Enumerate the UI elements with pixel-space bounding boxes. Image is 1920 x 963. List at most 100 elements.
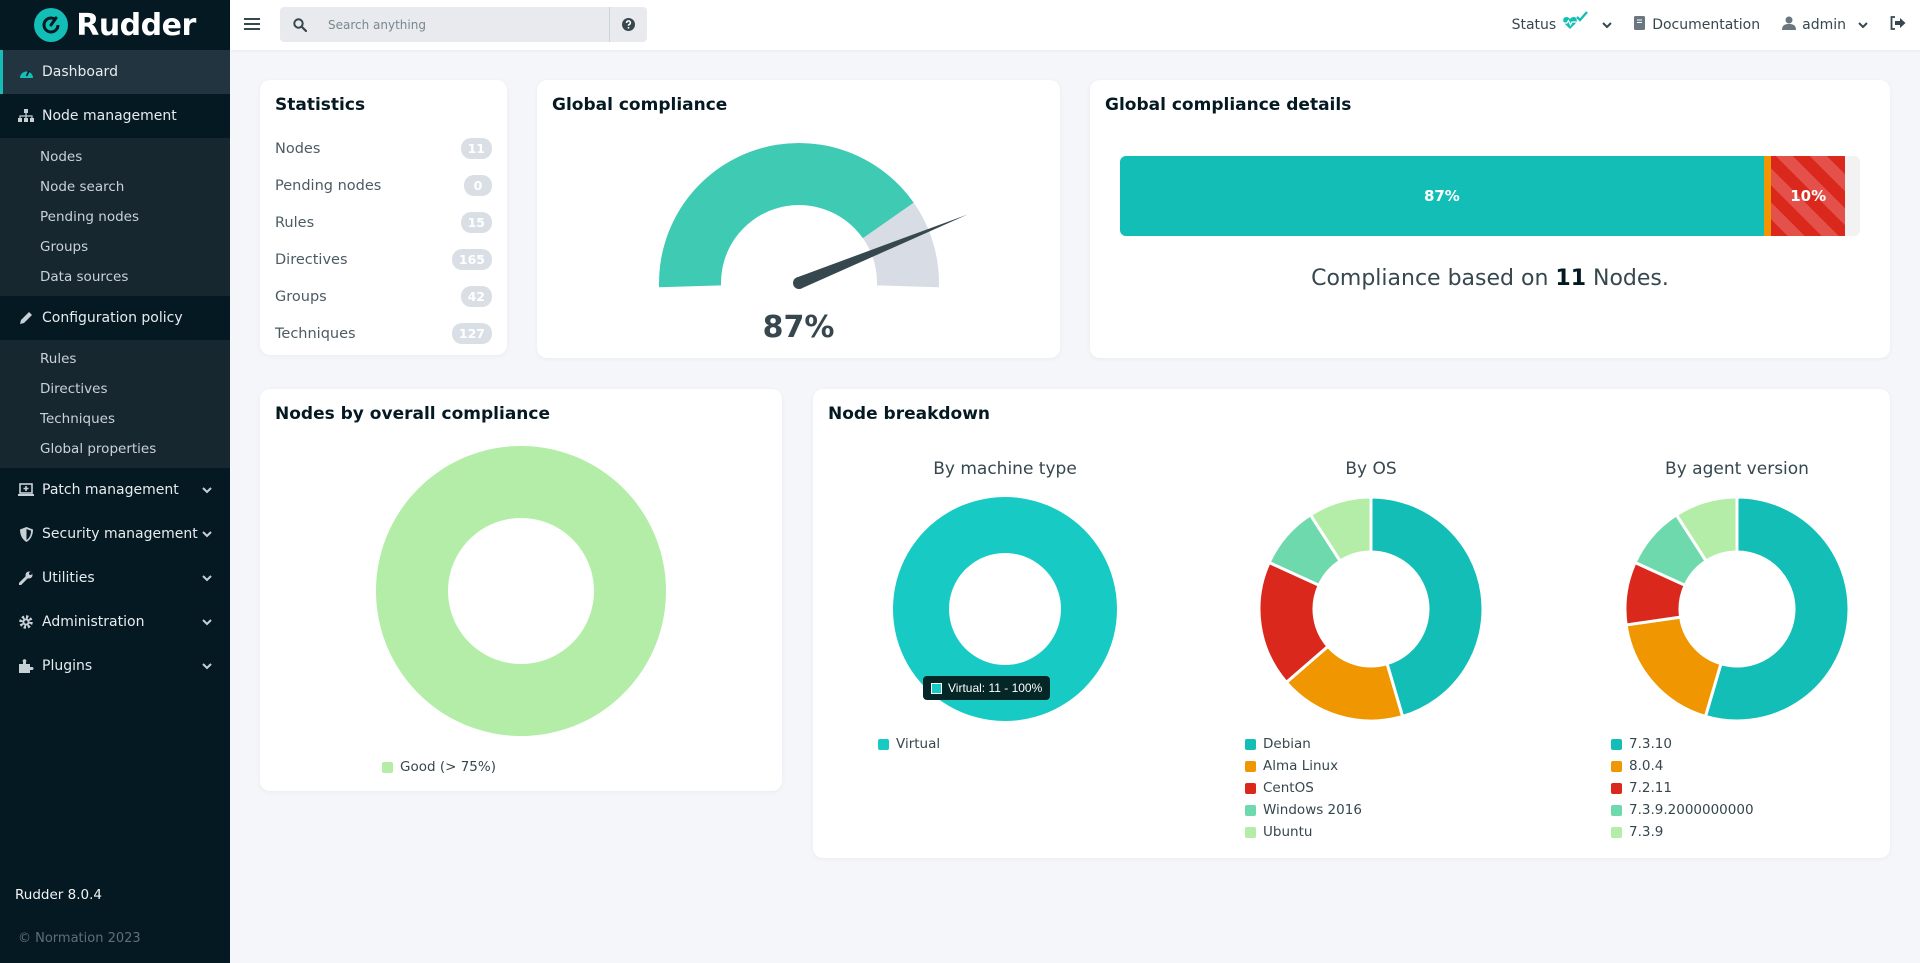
status-label: Status xyxy=(1511,17,1557,33)
compliance-bar[interactable]: 87% 10% xyxy=(1120,156,1860,236)
logo-text: Rudder xyxy=(76,7,196,43)
donut-slice-8-0-4[interactable] xyxy=(1624,615,1723,719)
card-title: Statistics xyxy=(275,95,366,115)
legend-swatch xyxy=(1245,804,1256,816)
chart-title: By OS xyxy=(1345,459,1397,479)
legend-item[interactable]: Windows 2016 xyxy=(1245,799,1362,821)
legend-item[interactable]: 7.2.11 xyxy=(1611,777,1754,799)
sidebar-item-plugins[interactable]: Plugins xyxy=(0,644,230,688)
user-icon xyxy=(1782,16,1797,34)
legend-item[interactable]: Ubuntu xyxy=(1245,821,1362,843)
legend-item[interactable]: CentOS xyxy=(1245,777,1362,799)
card-title: Node breakdown xyxy=(828,404,991,424)
sidebar-item-utilities[interactable]: Utilities xyxy=(0,556,230,600)
legend-item[interactable]: Debian xyxy=(1245,733,1362,755)
chevron-down-icon xyxy=(1858,17,1868,33)
chevron-down-icon xyxy=(202,482,212,498)
search-input[interactable] xyxy=(320,17,609,32)
nodes-by-compliance-legend: Good (> 75%) xyxy=(382,756,496,778)
caption-count: 11 xyxy=(1555,266,1587,291)
sidebar-item-node-search[interactable]: Node search xyxy=(0,172,230,202)
sidebar-item-label: Plugins xyxy=(42,658,93,674)
user-menu[interactable]: admin xyxy=(1782,16,1868,34)
legend-swatch xyxy=(1245,738,1256,750)
bar-segment-error[interactable]: 10% xyxy=(1771,156,1846,236)
bar-segment-non-compliant[interactable] xyxy=(1763,156,1772,236)
app-version: Rudder 8.0.4 xyxy=(15,887,102,903)
laptop-icon xyxy=(18,482,34,498)
gauge-needle-hub xyxy=(793,277,805,289)
status-menu[interactable]: Status xyxy=(1512,11,1613,39)
user-label: admin xyxy=(1802,17,1846,33)
wrench-icon xyxy=(18,570,34,586)
sidebar-item-security-management[interactable]: Security management xyxy=(0,512,230,556)
legend-item[interactable]: 8.0.4 xyxy=(1611,755,1754,777)
sidebar-item-groups[interactable]: Groups xyxy=(0,232,230,262)
global-compliance-card: Global compliance 87% xyxy=(537,80,1060,358)
legend-label: Windows 2016 xyxy=(1263,802,1362,818)
compliance-caption: Compliance based on 11 Nodes. xyxy=(1090,266,1890,291)
sidebar-item-dashboard[interactable]: Dashboard xyxy=(0,50,230,94)
logout-button[interactable] xyxy=(1890,16,1906,34)
by-agent-version-legend: 7.3.10 8.0.4 7.2.11 7.3.9.2000000000 7.3.9 xyxy=(1611,733,1754,843)
documentation-link[interactable]: Documentation xyxy=(1634,16,1760,34)
stat-label: Techniques xyxy=(275,325,356,342)
stat-badge: 42 xyxy=(460,286,492,307)
legend-label: Alma Linux xyxy=(1263,758,1339,774)
copyright: © Normation 2023 xyxy=(18,931,141,946)
sidebar-item-configuration-policy[interactable]: Configuration policy xyxy=(0,296,230,340)
donut-slice-good-75-[interactable] xyxy=(375,446,666,736)
stat-row-groups[interactable]: Groups 42 xyxy=(275,278,492,315)
stat-badge: 0 xyxy=(464,175,492,196)
sidebar-item-patch-management[interactable]: Patch management xyxy=(0,468,230,512)
legend-swatch xyxy=(382,761,393,773)
sidebar-item-techniques[interactable]: Techniques xyxy=(0,404,230,434)
gauge-value: 87% xyxy=(762,310,835,345)
legend-label: Debian xyxy=(1263,736,1311,752)
stat-row-nodes[interactable]: Nodes 11 xyxy=(275,130,492,167)
bar-segment-other[interactable] xyxy=(1845,156,1860,236)
caption-prefix: Compliance based on xyxy=(1311,266,1549,291)
chevron-down-icon xyxy=(202,570,212,586)
stat-row-pending-nodes[interactable]: Pending nodes 0 xyxy=(275,167,492,204)
statistics-list: Nodes 11 Pending nodes 0 Rules 15 Directive… xyxy=(275,130,492,352)
legend-swatch xyxy=(1245,826,1256,838)
search-icon xyxy=(280,17,320,32)
help-icon[interactable] xyxy=(609,7,647,42)
sidebar-item-administration[interactable]: Administration xyxy=(0,600,230,644)
book-icon xyxy=(1634,16,1646,34)
legend-label: 7.2.11 xyxy=(1629,780,1672,796)
bar-segment-success[interactable]: 87% xyxy=(1120,156,1764,236)
legend-item[interactable]: 7.3.9 xyxy=(1611,821,1754,843)
sidebar-item-directives[interactable]: Directives xyxy=(0,374,230,404)
legend-item[interactable]: 7.3.9.2000000000 xyxy=(1611,799,1754,821)
sidebar-item-rules[interactable]: Rules xyxy=(0,344,230,374)
stat-label: Rules xyxy=(275,214,315,231)
chart-tooltip: Virtual: 11 - 100% xyxy=(923,676,1051,700)
menu-toggle-icon[interactable] xyxy=(244,15,260,33)
chevron-down-icon xyxy=(1602,17,1612,33)
logo[interactable]: Rudder xyxy=(0,0,230,50)
stat-label: Directives xyxy=(275,251,348,268)
legend-item[interactable]: Alma Linux xyxy=(1245,755,1362,777)
legend-label: Virtual xyxy=(896,736,941,752)
tooltip-swatch xyxy=(931,682,942,694)
stat-row-rules[interactable]: Rules 15 xyxy=(275,204,492,241)
sidebar-item-label: Configuration policy xyxy=(42,310,183,326)
sidebar-item-global-properties[interactable]: Global properties xyxy=(0,434,230,464)
topbar: Status Documentation admin xyxy=(230,0,1920,50)
sidebar-item-pending-nodes[interactable]: Pending nodes xyxy=(0,202,230,232)
legend-swatch xyxy=(1611,826,1622,838)
sidebar-item-data-sources[interactable]: Data sources xyxy=(0,262,230,292)
legend-item[interactable]: Virtual xyxy=(878,733,940,755)
legend-item[interactable]: Good (> 75%) xyxy=(382,756,496,778)
sidebar-item-node-management[interactable]: Node management xyxy=(0,94,230,138)
stat-row-directives[interactable]: Directives 165 xyxy=(275,241,492,278)
rudder-logo-icon xyxy=(34,8,69,42)
legend-label: 7.3.10 xyxy=(1629,736,1672,752)
stat-row-techniques[interactable]: Techniques 127 xyxy=(275,315,492,352)
node-management-submenu: Nodes Node search Pending nodes Groups D… xyxy=(0,138,230,296)
legend-item[interactable]: 7.3.10 xyxy=(1611,733,1754,755)
sidebar-item-nodes[interactable]: Nodes xyxy=(0,142,230,172)
card-title: Nodes by overall compliance xyxy=(275,404,551,424)
